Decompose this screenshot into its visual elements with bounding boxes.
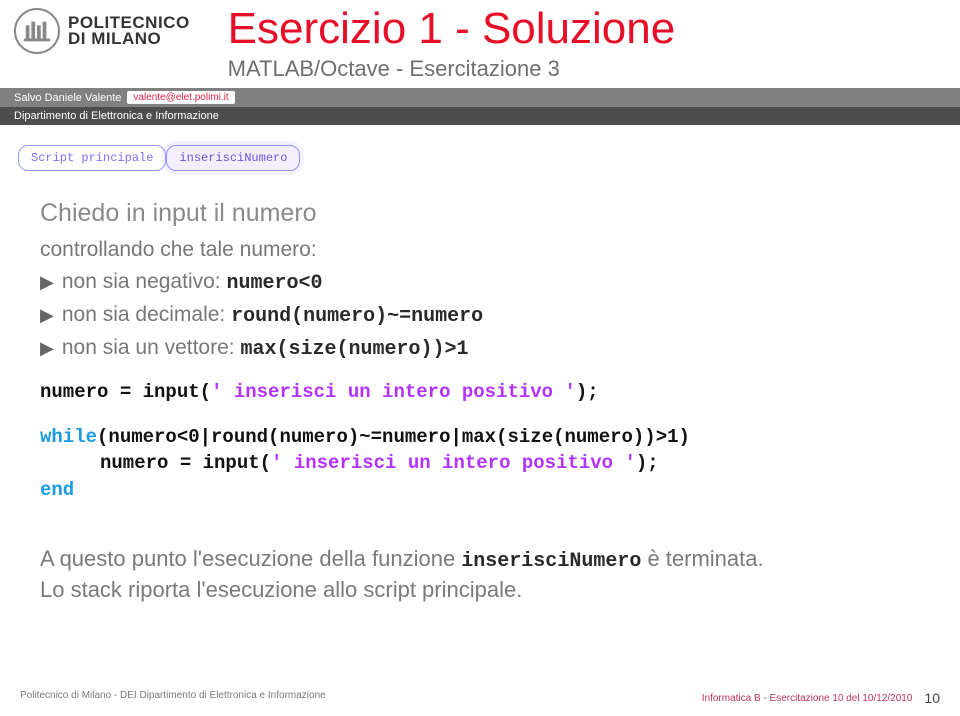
bullet-2-code: round(numero)~=numero [231, 305, 483, 328]
tab-script-principale[interactable]: Script principale [18, 145, 166, 171]
closing-text: A questo punto l'esecuzione della funzio… [40, 544, 920, 605]
slide-content: Chiedo in input il numero controllando c… [0, 171, 960, 604]
bullet-3-text: non sia un vettore: [62, 336, 241, 359]
bullet-1-code: numero<0 [226, 272, 322, 295]
author-bar: Salvo Daniele Valente valente@elet.polim… [0, 88, 960, 107]
code-line-1: numero = input(' inserisci un intero pos… [40, 379, 920, 406]
institution-line2: DI MILANO [68, 31, 190, 47]
slide-title: Esercizio 1 - Soluzione [228, 6, 676, 52]
closing-c: Lo stack riporta l'esecuzione allo scrip… [40, 575, 920, 605]
arrow-icon: ▶ [40, 302, 54, 330]
slide-subtitle: MATLAB/Octave - Esercitazione 3 [228, 56, 676, 82]
code-line-3: numero = input(' inserisci un intero pos… [40, 450, 920, 477]
bullet-1: ▶ non sia negativo: numero<0 [40, 266, 920, 299]
closing-a: A questo punto l'esecuzione della funzio… [40, 546, 461, 571]
script-tabs: Script principale inserisciNumero [0, 125, 960, 171]
institution-name: POLITECNICO DI MILANO [68, 15, 190, 47]
institution-logo-block: POLITECNICO DI MILANO [14, 8, 190, 54]
lead-text: Chiedo in input il numero [40, 199, 920, 228]
subhead-text: controllando che tale numero: [40, 238, 920, 262]
author-email: valente@elet.polimi.it [127, 91, 234, 104]
bullet-3-code: max(size(numero))>1 [240, 338, 468, 361]
department-bar: Dipartimento di Elettronica e Informazio… [0, 107, 960, 125]
footer-left: Politecnico di Milano - DEI Dipartimento… [20, 690, 326, 706]
arrow-icon: ▶ [40, 269, 54, 297]
page-number: 10 [924, 690, 940, 706]
seal-icon [22, 16, 52, 46]
bullet-1-text: non sia negativo: [62, 270, 227, 293]
bullet-2: ▶ non sia decimale: round(numero)~=numer… [40, 299, 920, 332]
arrow-icon: ▶ [40, 335, 54, 363]
polimi-seal-icon [14, 8, 60, 54]
closing-code: inserisciNumero [461, 550, 641, 573]
slide-footer: Politecnico di Milano - DEI Dipartimento… [0, 690, 960, 706]
footer-right: Informatica B - Esercitazione 10 del 10/… [702, 693, 913, 704]
tab-inserisci-numero[interactable]: inserisciNumero [166, 145, 300, 171]
closing-b: è terminata. [641, 546, 763, 571]
code-block: numero = input(' inserisci un intero pos… [40, 379, 920, 503]
bullet-2-text: non sia decimale: [62, 303, 231, 326]
author-name: Salvo Daniele Valente [14, 92, 121, 104]
title-block: Esercizio 1 - Soluzione MATLAB/Octave - … [190, 8, 676, 82]
slide-header: POLITECNICO DI MILANO Esercizio 1 - Solu… [0, 0, 960, 88]
code-line-2: while(numero<0|round(numero)~=numero|max… [40, 424, 920, 451]
bullet-3: ▶ non sia un vettore: max(size(numero))>… [40, 332, 920, 365]
code-line-4: end [40, 477, 920, 504]
